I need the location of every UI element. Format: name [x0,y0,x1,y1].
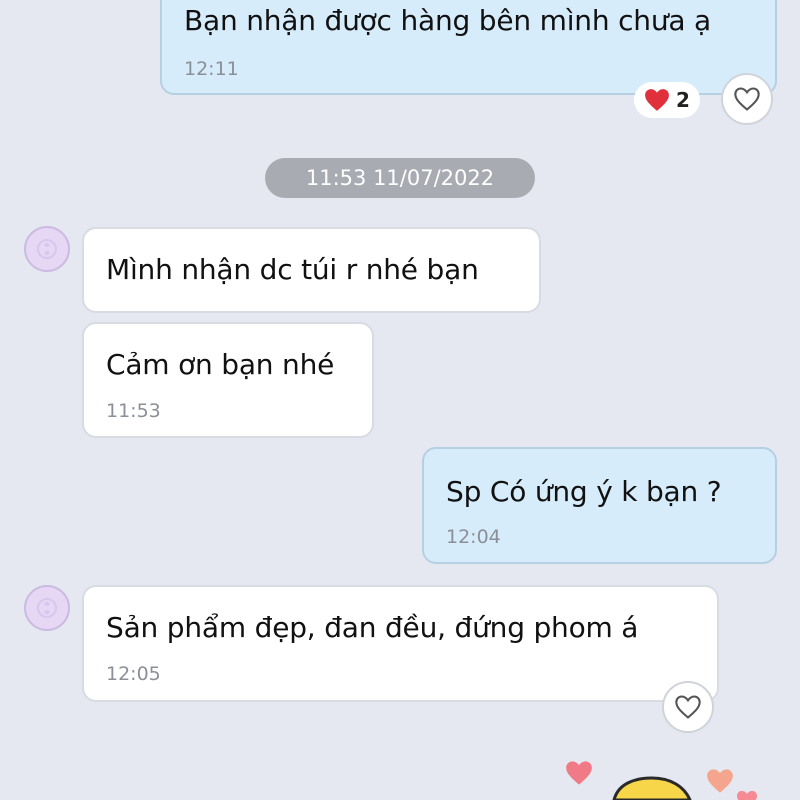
react-heart-button[interactable] [662,681,714,733]
contact-avatar[interactable] [24,585,70,631]
message-bubble-incoming[interactable]: Cảm ơn bạn nhé 11:53 [82,322,374,438]
contact-avatar[interactable] [24,226,70,272]
message-time: 12:11 [184,58,239,80]
message-time: 11:53 [106,400,161,422]
avatar-icon [37,598,57,618]
message-text: Sp Có ứng ý k bạn ? [446,475,722,508]
message-time: 12:04 [446,526,501,548]
reaction-badge[interactable]: 2 [634,82,700,118]
chat-screen: Bạn nhận được hàng bên mình chưa ạ 12:11… [0,0,800,800]
message-bubble-outgoing[interactable]: Sp Có ứng ý k bạn ? 12:04 [422,447,777,564]
date-separator: 11:53 11/07/2022 [265,158,535,198]
react-heart-button[interactable] [721,73,773,125]
red-heart-icon [645,89,669,111]
message-bubble-incoming[interactable]: Mình nhận dc túi r nhé bạn [82,227,541,313]
message-text: Mình nhận dc túi r nhé bạn [106,253,479,286]
reaction-count: 2 [676,88,690,112]
pink-heart-icon [737,790,757,800]
message-time: 12:05 [106,663,161,685]
heart-outline-icon [734,87,760,111]
message-bubble-outgoing[interactable]: Bạn nhận được hàng bên mình chưa ạ 12:11 [160,0,777,95]
heart-outline-icon [675,695,701,719]
peach-heart-icon [707,769,733,793]
message-bubble-incoming[interactable]: Sản phẩm đẹp, đan đều, đứng phom á 12:05 [82,585,719,702]
message-text: Bạn nhận được hàng bên mình chưa ạ [184,4,711,37]
message-text: Sản phẩm đẹp, đan đều, đứng phom á [106,611,639,644]
pink-heart-icon [566,761,592,785]
sticker-icon [612,776,692,800]
avatar-icon [37,239,57,259]
message-text: Cảm ơn bạn nhé [106,348,335,381]
